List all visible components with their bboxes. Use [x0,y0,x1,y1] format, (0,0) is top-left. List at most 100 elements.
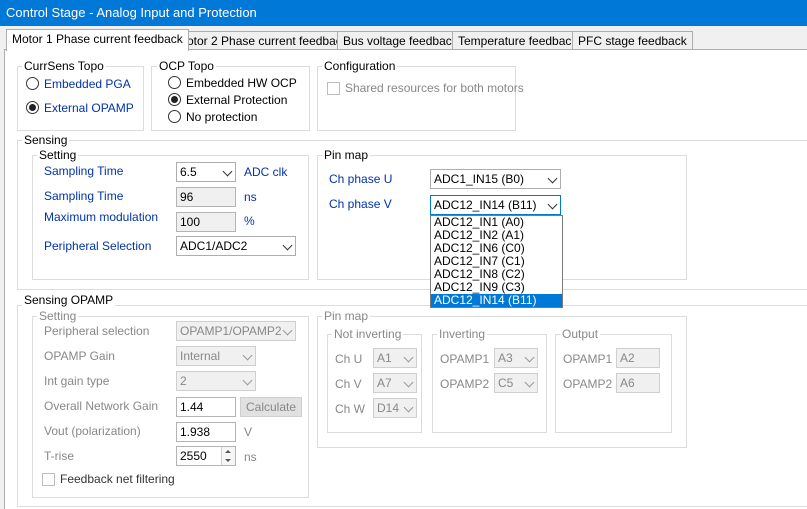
sensing-pinmap-title: Pin map [322,148,371,162]
chevron-down-icon [282,325,293,336]
peripheral-selection-label: Peripheral Selection [44,239,152,253]
chevron-down-icon [222,166,233,177]
overall-network-gain-label: Overall Network Gain [44,399,159,413]
ch-v-label: Ch V [335,377,362,391]
peripheral-selection-select[interactable]: ADC1/ADC2 [176,236,296,256]
embedded-hw-ocp-radio[interactable] [168,76,181,89]
ch-w-select[interactable]: D14 [373,398,417,418]
ch-phase-u-select[interactable]: ADC1_IN15 (B0) [430,169,561,189]
sampling-time-label: Sampling Time [44,164,124,178]
no-protection-radio[interactable] [168,110,181,123]
max-modulation-label: Maximum modulation [44,210,159,224]
t-rise-label: T-rise [44,449,74,463]
feedback-net-filtering-label: Feedback net filtering [60,472,175,486]
opamp-gain-value: Internal [180,349,221,363]
vout-polarization-field[interactable]: 1.938 [176,422,236,442]
ch-v-value: A7 [377,376,392,390]
ch-phase-v-select[interactable]: ADC12_IN14 (B11) [430,195,561,215]
opamp-gain-select[interactable]: Internal [176,346,256,366]
tab-bus-voltage[interactable]: Bus voltage feedback [337,31,464,50]
t-rise-unit: ns [244,450,257,464]
ch-phase-u-value: ADC1_IN15 (B0) [434,172,525,186]
overall-network-gain-field[interactable]: 1.44 [176,397,236,417]
ocp-topo-title: OCP Topo [157,59,216,73]
external-opamp-radio[interactable] [26,101,39,114]
chevron-down-icon [242,375,253,386]
external-opamp-label: External OPAMP [44,101,134,115]
sensing-opamp-title: Sensing OPAMP [22,293,116,307]
sensing-setting-title: Setting [37,148,79,162]
external-protection-radio[interactable] [168,93,181,106]
ch-phase-v-label: Ch phase V [329,197,392,211]
int-gain-type-value: 2 [180,374,187,388]
t-rise-value: 2550 [180,449,207,463]
chevron-down-icon [547,173,558,184]
sampling-time-ns-field[interactable]: 96 [176,187,236,207]
output-opamp1-label: OPAMP1 [563,352,613,366]
embedded-hw-ocp-label: Embedded HW OCP [186,76,297,90]
no-protection-label: No protection [186,110,258,124]
sampling-time-value: 6.5 [180,165,197,179]
output-opamp2-field[interactable]: A6 [616,373,660,393]
ch-phase-u-label: Ch phase U [329,172,393,186]
opamp-setting-title: Setting [37,309,79,323]
currsens-topo-group [17,66,144,131]
opamp-peripheral-value: OPAMP1/OPAMP2 [180,324,282,338]
vout-unit: V [244,425,253,439]
not-inverting-title: Not inverting [332,327,404,341]
window-title: Control Stage - Analog Input and Protect… [6,5,257,20]
external-protection-label: External Protection [186,93,288,107]
ch-w-value: D14 [377,401,400,415]
inverting-opamp2-label: OPAMP2 [440,377,490,391]
chevron-down-icon [403,352,414,363]
ch-u-label: Ch U [335,352,363,366]
opamp-gain-label: OPAMP Gain [44,349,115,363]
ch-u-select[interactable]: A1 [373,348,417,368]
output-title: Output [560,327,601,341]
dropdown-option-adc12-in14[interactable]: ADC12_IN14 (B11) [431,294,562,307]
sampling-time-ns-label: Sampling Time [44,189,124,203]
chevron-down-icon [403,377,414,388]
ch-w-label: Ch W [335,402,365,416]
ch-phase-v-value: ADC12_IN14 (B11) [434,198,537,212]
sampling-time-select[interactable]: 6.5 [176,162,236,182]
sampling-time-unit: ADC clk [244,165,288,179]
max-modulation-unit: % [244,214,255,228]
title-bar: Control Stage - Analog Input and Protect… [0,0,807,26]
output-opamp1-field[interactable]: A2 [616,348,660,368]
feedback-net-filtering-checkbox[interactable] [42,473,55,486]
chevron-down-icon [547,199,558,210]
inverting-opamp2-select[interactable]: C5 [494,373,538,393]
chevron-down-icon [524,377,535,388]
chevron-down-icon [242,350,253,361]
tab-temperature[interactable]: Temperature feedback [452,31,584,50]
embedded-pga-label: Embedded PGA [44,77,131,91]
chevron-down-icon [524,352,535,363]
opamp-pinmap-title: Pin map [322,309,371,323]
embedded-pga-radio[interactable] [26,77,39,90]
t-rise-stepper[interactable]: 2550 [176,446,236,466]
int-gain-type-select[interactable]: 2 [176,371,256,391]
tab-motor2-phase-current[interactable]: Motor 2 Phase current feedback [171,31,354,50]
shared-resources-checkbox[interactable] [327,82,340,95]
inverting-opamp1-select[interactable]: A3 [494,348,538,368]
configuration-group [317,66,516,131]
chevron-down-icon [403,402,414,413]
inverting-opamp1-label: OPAMP1 [440,352,490,366]
sensing-title: Sensing [22,133,70,147]
calculate-button[interactable]: Calculate [240,397,302,417]
configuration-title: Configuration [322,59,398,73]
inverting-opamp1-value: A3 [498,351,513,365]
max-modulation-field[interactable]: 100 [176,212,236,232]
tab-pfc-stage[interactable]: PFC stage feedback [572,31,693,50]
ch-u-value: A1 [377,351,392,365]
ch-v-select[interactable]: A7 [373,373,417,393]
chevron-down-icon [282,240,293,251]
peripheral-selection-value: ADC1/ADC2 [180,239,248,253]
opamp-peripheral-select[interactable]: OPAMP1/OPAMP2 [176,321,296,341]
spin-arrows-icon[interactable] [221,447,235,465]
sampling-time-ns-unit: ns [244,190,257,204]
opamp-peripheral-label: Peripheral selection [44,324,150,338]
output-opamp2-label: OPAMP2 [563,377,613,391]
tab-motor1-phase-current[interactable]: Motor 1 Phase current feedback [6,29,189,51]
